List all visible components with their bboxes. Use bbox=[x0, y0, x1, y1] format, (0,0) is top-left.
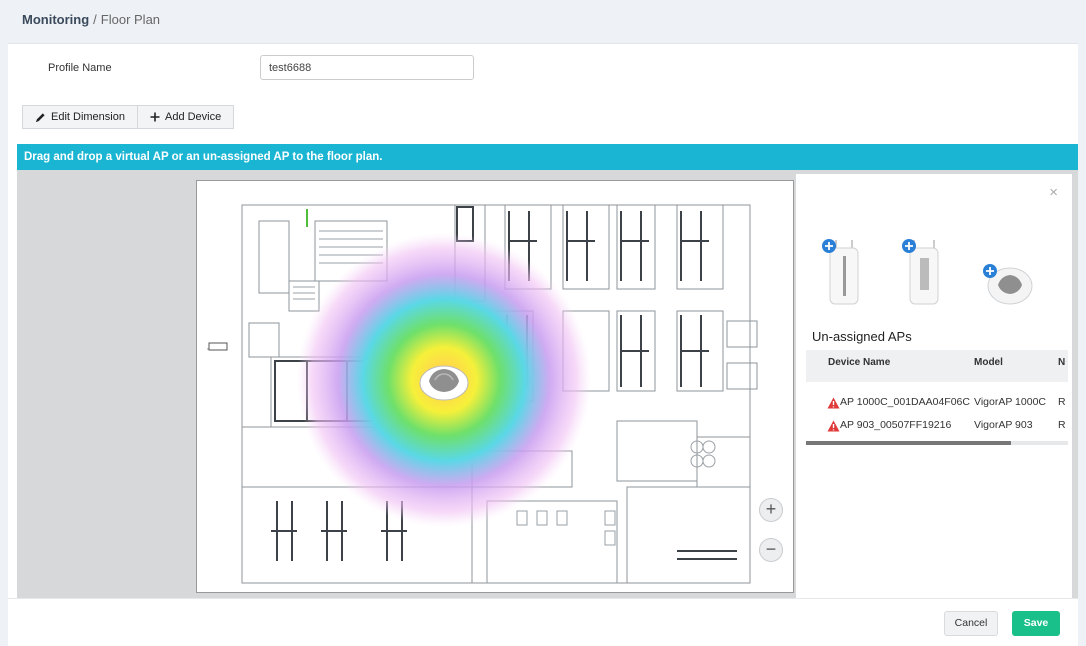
device-extra: R bbox=[1058, 419, 1066, 431]
column-model[interactable]: Model bbox=[974, 357, 1003, 368]
edit-dimension-label: Edit Dimension bbox=[51, 111, 125, 123]
close-icon[interactable]: × bbox=[1049, 184, 1058, 201]
table-header: Device Name Model N bbox=[806, 350, 1068, 382]
column-extra[interactable]: N bbox=[1058, 357, 1065, 368]
pencil-icon bbox=[35, 112, 45, 122]
device-panel: × Un-assigned APs Device Name Model N AP… bbox=[796, 174, 1072, 598]
breadcrumb: Monitoring / Floor Plan bbox=[22, 12, 160, 27]
device-extra: R bbox=[1058, 396, 1066, 408]
save-button[interactable]: Save bbox=[1012, 611, 1060, 636]
placed-ap[interactable] bbox=[419, 365, 469, 401]
device-model: VigorAP 903 bbox=[974, 419, 1033, 431]
profile-name-input[interactable] bbox=[260, 55, 474, 80]
virtual-ap-wall-template[interactable] bbox=[900, 236, 946, 308]
scrollbar-thumb[interactable] bbox=[806, 441, 1011, 445]
table-row[interactable]: AP 903_00507FF19216 VigorAP 903 R bbox=[806, 415, 1068, 437]
warning-icon bbox=[827, 397, 840, 409]
device-model: VigorAP 1000C bbox=[974, 396, 1046, 408]
cancel-button[interactable]: Cancel bbox=[944, 611, 998, 636]
edit-dimension-button[interactable]: Edit Dimension bbox=[22, 105, 138, 129]
footer-bar bbox=[8, 598, 1078, 646]
toolbar: Edit Dimension Add Device bbox=[22, 105, 235, 129]
breadcrumb-page: Floor Plan bbox=[100, 12, 161, 27]
zoom-out-button[interactable]: − bbox=[759, 538, 783, 562]
unassigned-aps-title: Un-assigned APs bbox=[812, 329, 912, 344]
column-device-name[interactable]: Device Name bbox=[828, 357, 890, 368]
device-name: AP 1000C_001DAA04F06C bbox=[840, 396, 970, 408]
device-name: AP 903_00507FF19216 bbox=[840, 419, 952, 431]
add-device-button[interactable]: Add Device bbox=[137, 105, 235, 129]
instruction-banner: Drag and drop a virtual AP or an un-assi… bbox=[17, 144, 1078, 170]
floor-plan-area: + − × Un-assigned APs Device Name Model … bbox=[17, 170, 1078, 598]
add-device-label: Add Device bbox=[164, 111, 222, 123]
breadcrumb-separator: / bbox=[93, 12, 97, 27]
floor-plan-canvas[interactable] bbox=[196, 180, 794, 593]
plus-icon bbox=[150, 112, 160, 122]
virtual-ap-ceiling-template[interactable] bbox=[982, 262, 1034, 306]
page: Monitoring /Floor Plan Profile Name Edit … bbox=[8, 0, 1078, 646]
zoom-in-button[interactable]: + bbox=[759, 498, 783, 522]
profile-name-label: Profile Name bbox=[48, 62, 112, 74]
header-bar: Monitoring / Floor Plan bbox=[8, 0, 1078, 44]
table-row[interactable]: AP 1000C_001DAA04F06C VigorAP 1000C R bbox=[806, 392, 1068, 414]
horizontal-scrollbar[interactable] bbox=[806, 441, 1068, 445]
floor-plan-image bbox=[207, 204, 758, 584]
virtual-ap-dual-antenna-template[interactable] bbox=[820, 236, 866, 308]
warning-icon bbox=[827, 420, 840, 432]
breadcrumb-section[interactable]: Monitoring bbox=[22, 12, 89, 27]
